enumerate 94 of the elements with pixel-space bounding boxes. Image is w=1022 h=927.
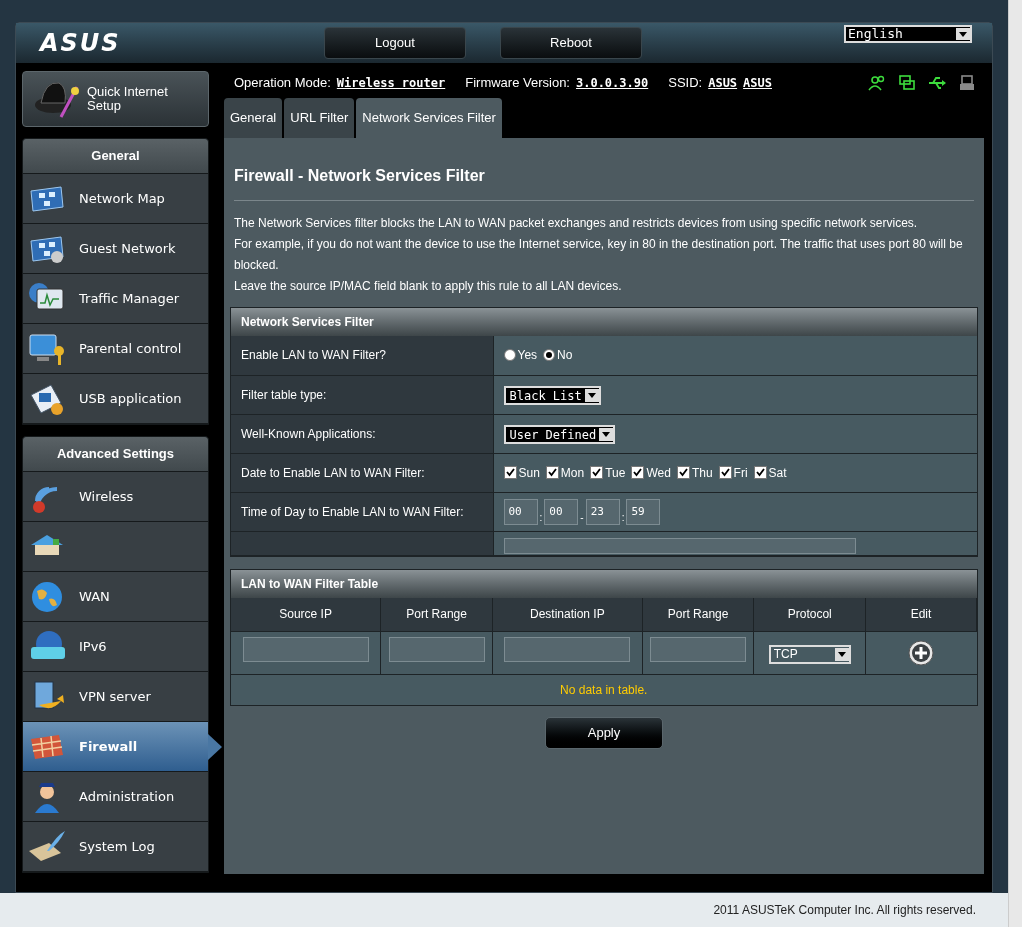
checkbox[interactable] (545, 466, 559, 479)
day-label: Sun (518, 464, 540, 482)
usb-icon[interactable] (928, 74, 946, 92)
network-icon[interactable] (898, 74, 916, 92)
apply-button[interactable]: Apply (545, 716, 663, 749)
ssid-link[interactable]: ASUS (743, 74, 772, 92)
time-field[interactable]: 00 (544, 498, 579, 525)
menu-label: Network Map (79, 189, 165, 208)
day-label: Fri (733, 464, 748, 482)
input-field[interactable] (388, 637, 485, 662)
input-field[interactable] (242, 637, 369, 662)
menu-label: WAN (79, 587, 110, 606)
mode-link[interactable]: Wireless router (336, 74, 446, 92)
input-field[interactable] (504, 637, 631, 662)
time-field[interactable]: 59 (626, 498, 661, 525)
clients-icon[interactable] (868, 74, 886, 92)
add-icon[interactable] (908, 640, 935, 666)
time-field[interactable]: 00 (503, 498, 538, 525)
column-header: Port Range (642, 597, 754, 632)
column-header: Edit (865, 597, 977, 632)
menu-label: Firewall (79, 737, 138, 756)
setting-label: Filter table type: (231, 375, 493, 414)
printer-icon[interactable] (958, 74, 976, 92)
quick-setup-button[interactable]: Quick Internet Setup (22, 71, 209, 127)
checkbox[interactable] (503, 466, 517, 479)
menu-label: VPN server (79, 687, 151, 706)
mode-label: Operation Mode: (234, 74, 331, 93)
tab[interactable]: General (224, 98, 283, 138)
dropdown[interactable]: Black List (503, 386, 601, 405)
menu-label: Guest Network (79, 239, 176, 258)
radio-button[interactable] (543, 349, 556, 362)
protocol-select[interactable]: TCP (768, 644, 851, 664)
description-text: The Network Services filter blocks the LAN to WAN packet exchanges and restricts devices from using specific network services. (234, 215, 919, 232)
day-label: Tue (605, 464, 626, 482)
section-header: Network Services Filter (231, 308, 977, 336)
menu-label: System Log (79, 837, 155, 856)
time-separator: : (539, 510, 543, 525)
menu-label: IPv6 (79, 637, 107, 656)
input-field[interactable] (650, 637, 747, 662)
ssid-link[interactable]: ASUS (708, 74, 738, 92)
checkbox[interactable] (590, 466, 604, 479)
tab[interactable]: Network Services Filter (356, 98, 502, 138)
setting-label: Well-Known Applications: (231, 414, 493, 453)
menu-heading: General (23, 139, 208, 174)
pointer-icon (208, 734, 222, 760)
radio-button[interactable] (503, 349, 516, 362)
menu-label: Wireless (79, 487, 134, 506)
empty-message: No data in table. (231, 674, 977, 705)
scrollbar[interactable] (1008, 0, 1022, 927)
checkbox[interactable] (718, 466, 732, 479)
radio-label: No (557, 347, 573, 365)
time-separator: : (621, 510, 625, 525)
caret-icon (599, 428, 614, 441)
ssid-label: SSID: (668, 74, 703, 93)
column-header: Protocol (753, 597, 866, 632)
day-label: Thu (691, 464, 713, 482)
copyright-text: 2011 ASUSTeK Computer Inc. All rights reserved. (713, 902, 976, 919)
section-header: LAN to WAN Filter Table (231, 569, 977, 598)
firmware-link[interactable]: 3.0.0.3.90 (575, 74, 649, 92)
description-text: For example, if you do not want the device to use the Internet service, key in 80 in the destination port. The traffic that uses port 80 will be blocked. (234, 236, 964, 274)
menu-label: Parental control (79, 339, 182, 358)
day-label: Wed (646, 464, 671, 482)
column-header: Port Range (380, 597, 493, 632)
page-title: Firewall - Network Services Filter (234, 166, 486, 186)
asus-logo: ASUS (40, 28, 122, 59)
setting-label: Date to Enable LAN to WAN Filter: (231, 453, 493, 492)
column-header: Destination IP (492, 597, 643, 632)
caret-icon (584, 389, 599, 402)
time-field[interactable]: 23 (585, 498, 620, 525)
time-separator: - (580, 510, 584, 525)
firmware-label: Firmware Version: (465, 74, 570, 93)
description-text: Leave the source IP/MAC field blank to apply this rule to all LAN devices. (234, 278, 623, 295)
column-header: Source IP (231, 597, 381, 632)
menu-label: USB application (79, 389, 182, 408)
menu-label: Traffic Manager (79, 289, 180, 308)
setting-label: Time of Day to Enable LAN to WAN Filter: (231, 492, 493, 531)
language-select[interactable]: English (844, 25, 972, 43)
day-label: Sat (768, 464, 787, 482)
logout-button[interactable]: Logout (324, 27, 466, 59)
radio-label: Yes (517, 347, 538, 365)
setting-label: Enable LAN to WAN Filter? (231, 336, 493, 375)
reboot-button[interactable]: Reboot (500, 27, 642, 59)
quick-setup-label: Quick Internet Setup (87, 85, 169, 113)
menu-heading: Advanced Settings (23, 437, 208, 472)
checkbox[interactable] (631, 466, 645, 479)
tab[interactable]: URL Filter (284, 98, 355, 138)
dropdown[interactable]: User Defined (503, 425, 616, 444)
caret-icon (956, 28, 970, 40)
checkbox[interactable] (753, 466, 767, 479)
day-label: Mon (560, 464, 585, 482)
checkbox[interactable] (676, 466, 690, 479)
menu-label: Administration (79, 787, 175, 806)
input-field[interactable] (503, 538, 856, 554)
caret-icon (834, 647, 849, 661)
